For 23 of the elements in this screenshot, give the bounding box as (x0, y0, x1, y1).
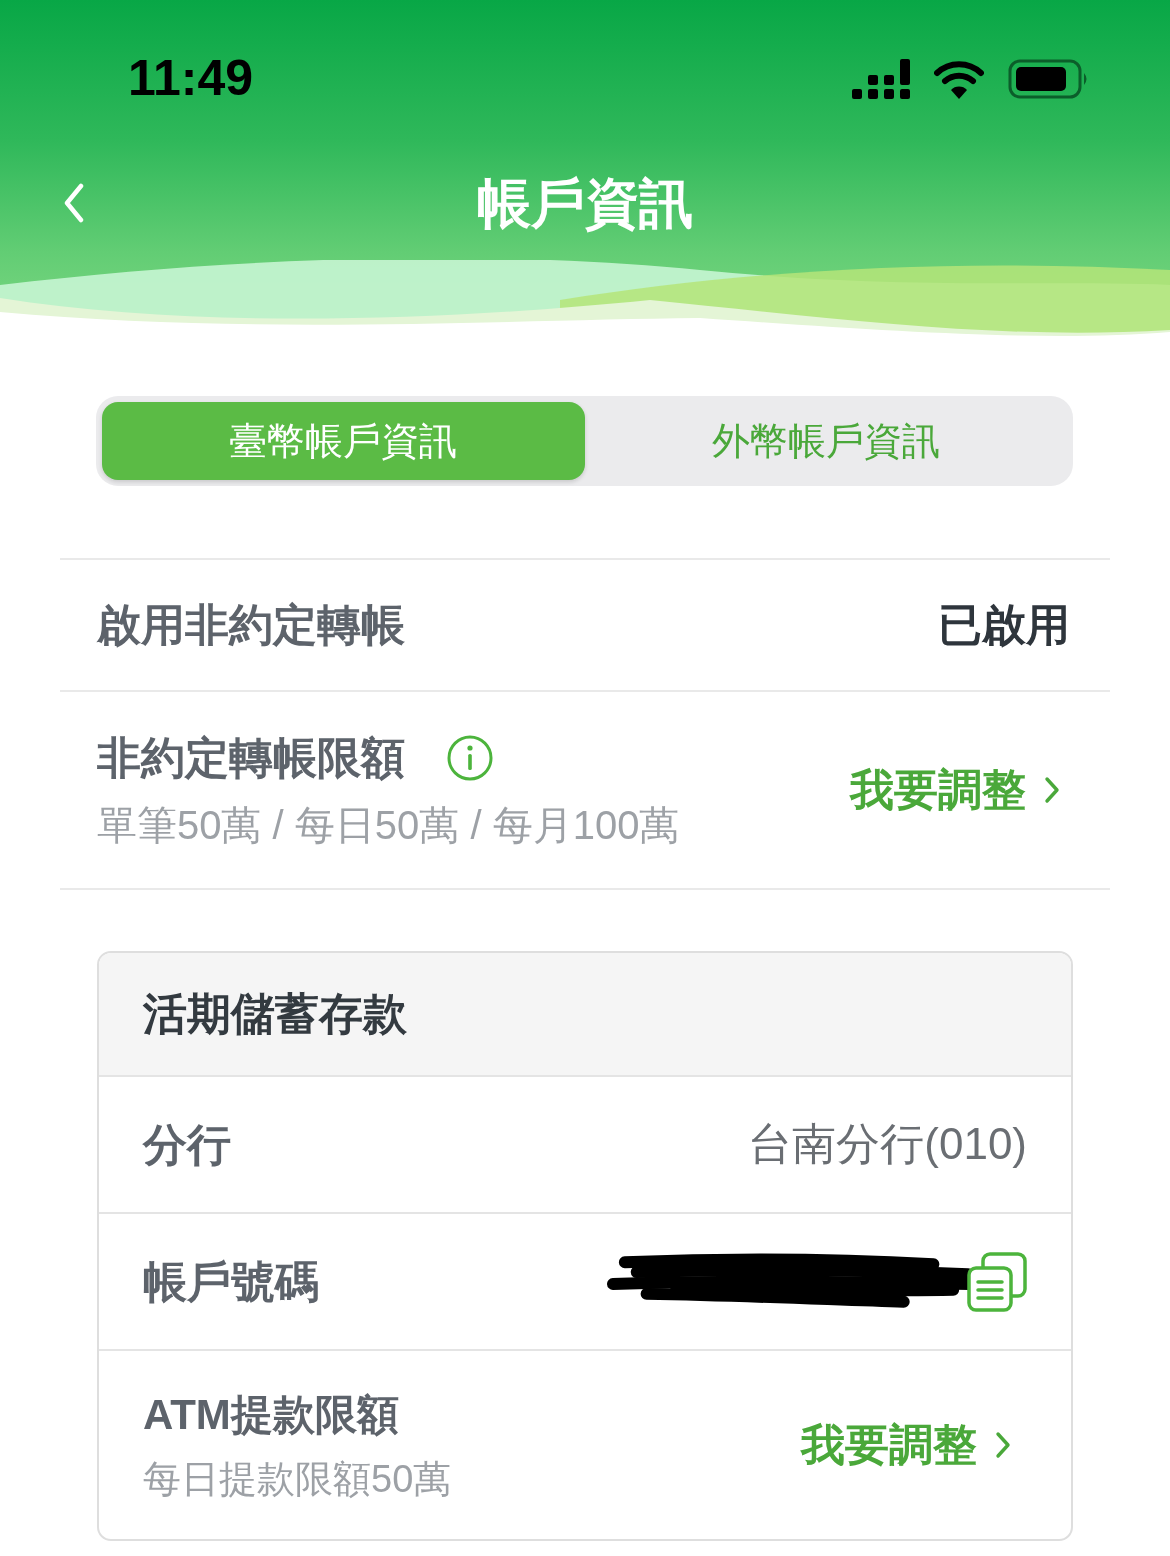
field-label: 分行 (143, 1118, 231, 1171)
chevron-icon (1044, 776, 1060, 804)
back-icon[interactable] (62, 183, 86, 223)
wifi-icon (934, 59, 984, 99)
chevron-icon (995, 1431, 1011, 1459)
limit-detail: 每日提款限額50萬 (143, 1457, 452, 1502)
setting-value: 已啟用 (938, 598, 1070, 651)
field-value: 台南分行(010) (748, 1118, 1027, 1170)
field-label: 帳戶號碼 (143, 1255, 319, 1308)
status-time: 11:49 (128, 50, 254, 106)
setting-label: 啟用非約定轉帳 (97, 599, 405, 651)
limit-detail: 單筆50萬 / 每日50萬 / 每月100萬 (97, 802, 680, 849)
account-tab[interactable]: 臺幣帳戶資訊 (102, 402, 585, 480)
page-title: 帳戶資訊 (477, 172, 693, 235)
account-tab[interactable]: 外幣帳戶資訊 (584, 402, 1067, 480)
signal-icon (852, 59, 910, 99)
setting-label: 非約定轉帳限額 (97, 732, 405, 784)
info-icon[interactable] (447, 735, 493, 781)
copy-icon[interactable] (967, 1251, 1027, 1312)
card-title: 活期儲蓄存款 (143, 987, 407, 1040)
adjust-link[interactable]: 我要調整 (801, 1415, 1011, 1475)
field-label: ATM提款限額 (143, 1390, 400, 1440)
adjust-link[interactable]: 我要調整 (850, 760, 1060, 820)
